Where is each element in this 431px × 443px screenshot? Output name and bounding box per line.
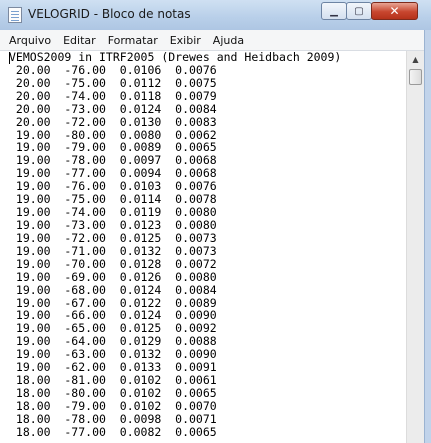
text-line: 18.00 -78.00 0.0098 0.0071: [9, 411, 217, 426]
text-line: 19.00 -72.00 0.0125 0.0073: [9, 230, 217, 245]
menu-editar[interactable]: Editar: [57, 34, 102, 47]
text-editor[interactable]: VEMOS2009 in ITRF2005 (Drewes and Heidba…: [4, 51, 406, 443]
text-line: 19.00 -71.00 0.0132 0.0073: [9, 243, 217, 258]
text-line: 20.00 -73.00 0.0124 0.0084: [9, 101, 217, 116]
text-line: 18.00 -80.00 0.0102 0.0065: [9, 385, 217, 400]
notepad-icon: [8, 7, 22, 23]
window-frame-right: [424, 30, 431, 443]
menu-arquivo[interactable]: Arquivo: [0, 34, 57, 47]
menu-ajuda[interactable]: Ajuda: [207, 34, 250, 47]
text-line: 20.00 -76.00 0.0106 0.0076: [9, 62, 217, 77]
maximize-icon: ▢: [354, 5, 364, 17]
text-line: 20.00 -74.00 0.0118 0.0079: [9, 88, 217, 103]
close-button[interactable]: ✕: [371, 2, 418, 20]
text-line: 19.00 -70.00 0.0128 0.0072: [9, 256, 217, 271]
menu-formatar[interactable]: Formatar: [102, 34, 164, 47]
text-content[interactable]: VEMOS2009 in ITRF2005 (Drewes and Heidba…: [4, 51, 406, 439]
title-bar: VELOGRID - Bloco de notas ▁ ▢ ✕: [0, 0, 431, 31]
text-line: 19.00 -69.00 0.0126 0.0080: [9, 269, 217, 284]
menu-exibir[interactable]: Exibir: [164, 34, 207, 47]
window-title: VELOGRID - Bloco de notas: [28, 7, 191, 21]
maximize-button[interactable]: ▢: [346, 2, 372, 20]
text-line: 19.00 -68.00 0.0124 0.0084: [9, 282, 217, 297]
chevron-up-icon: ▲: [412, 55, 419, 64]
text-line: VEMOS2009 in ITRF2005 (Drewes and Heidba…: [9, 51, 342, 64]
text-line: 19.00 -73.00 0.0123 0.0080: [9, 217, 217, 232]
text-line: 18.00 -79.00 0.0102 0.0070: [9, 398, 217, 413]
text-line: 20.00 -75.00 0.0112 0.0075: [9, 75, 217, 90]
scroll-up-button[interactable]: ▲: [407, 51, 424, 68]
close-icon: ✕: [389, 4, 400, 18]
minimize-icon: ▁: [330, 5, 338, 17]
text-line: 18.00 -77.00 0.0082 0.0065: [9, 424, 217, 439]
vertical-scrollbar[interactable]: ▲: [406, 51, 424, 443]
scroll-thumb[interactable]: [409, 69, 422, 85]
menu-bar: Arquivo Editar Formatar Exibir Ajuda: [0, 30, 431, 51]
text-line: 20.00 -72.00 0.0130 0.0083: [9, 114, 217, 129]
minimize-button[interactable]: ▁: [321, 2, 347, 20]
text-caret: [9, 52, 10, 64]
